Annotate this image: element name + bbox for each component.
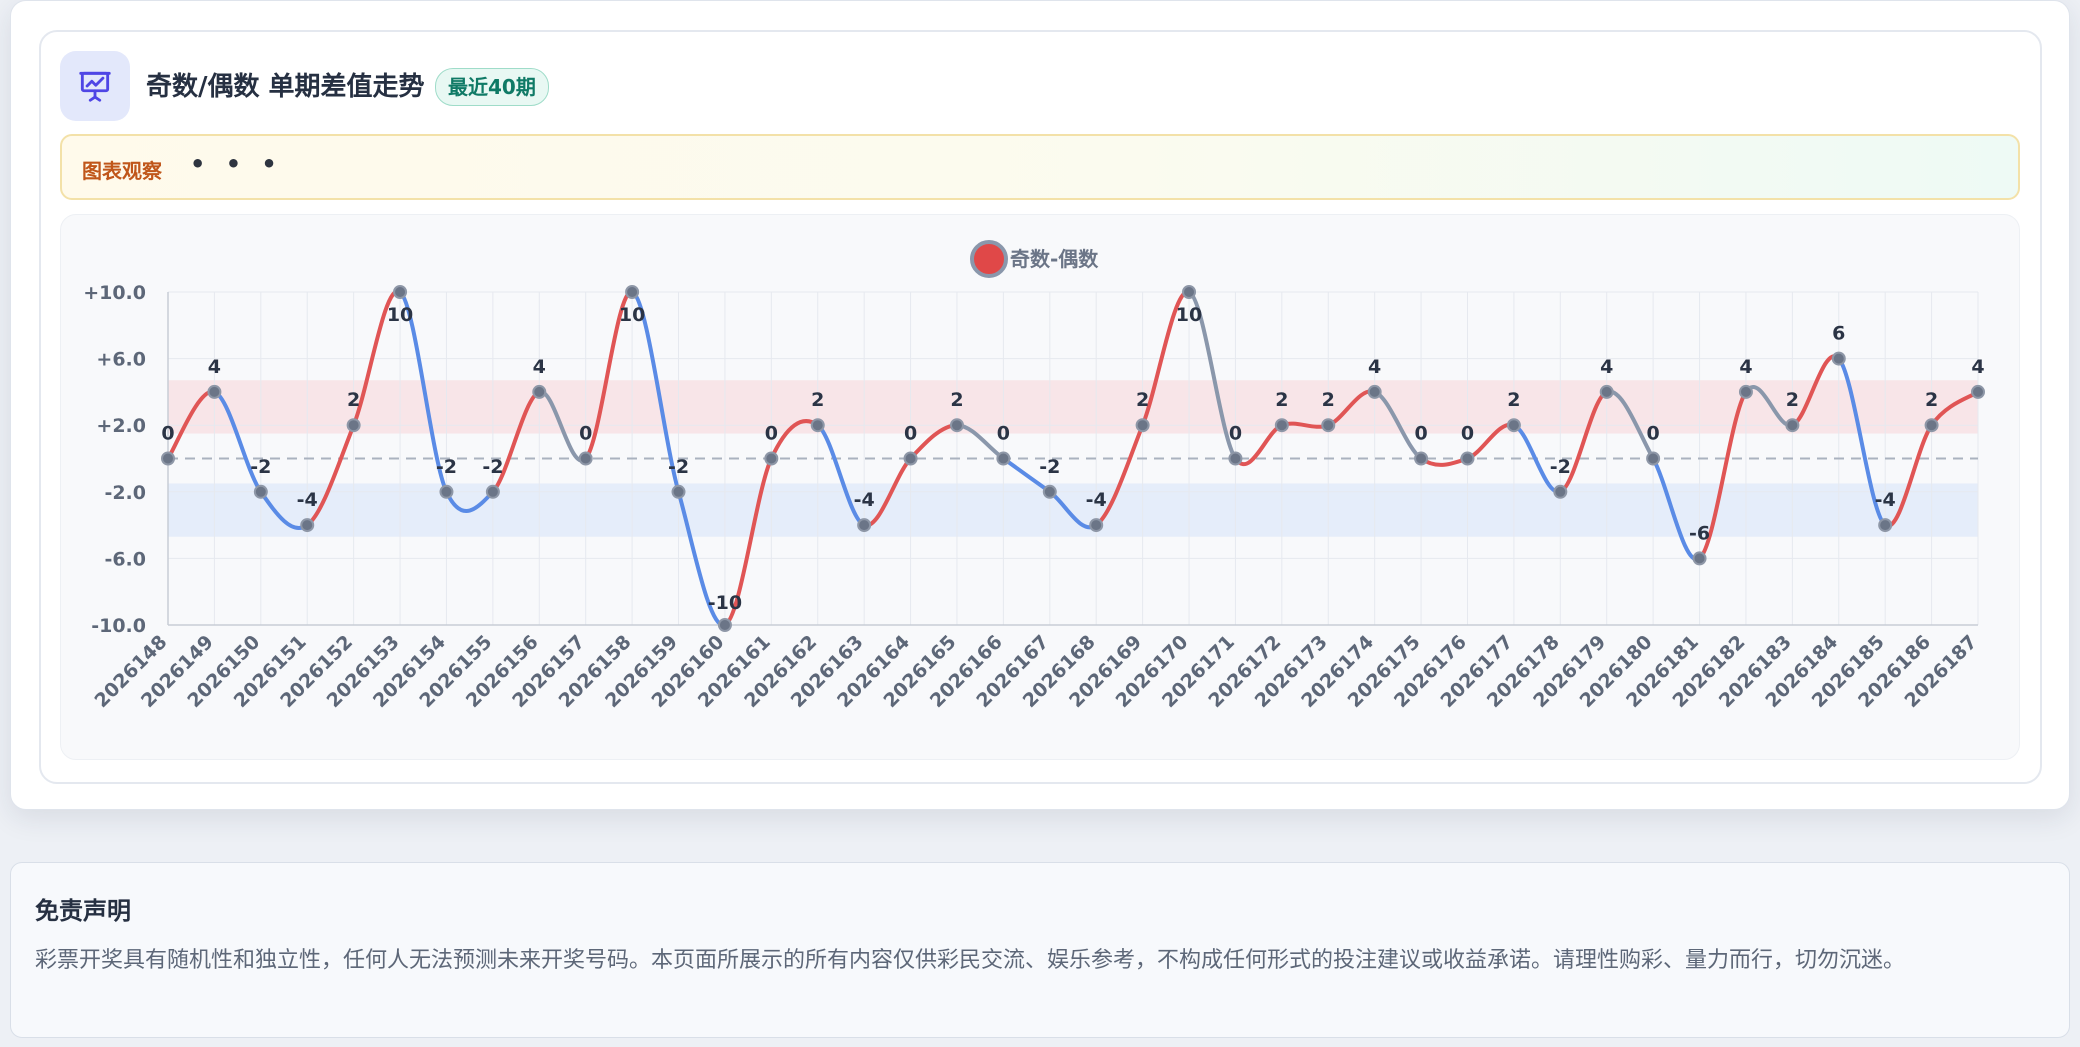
disclaimer-text: 彩票开奖具有随机性和独立性，任何人无法预测未来开奖号码。本页面所展示的所有内容仅…: [35, 948, 1906, 973]
data-label: 10: [619, 304, 645, 326]
data-label: 4: [1368, 356, 1381, 378]
disclaimer-title: 免责声明: [35, 897, 131, 925]
data-point[interactable]: [1506, 418, 1521, 433]
data-point[interactable]: [1785, 418, 1800, 433]
data-label: -6: [1689, 522, 1710, 544]
data-label: -2: [436, 456, 457, 478]
data-point[interactable]: [949, 418, 964, 433]
data-point[interactable]: [1182, 285, 1197, 299]
data-label: 2: [1786, 389, 1799, 411]
data-label: -2: [250, 456, 271, 478]
data-label: 2: [950, 389, 963, 411]
y-tick-label: +2.0: [96, 415, 146, 437]
y-tick-label: +10.0: [83, 282, 146, 304]
data-label: -2: [1039, 456, 1060, 478]
data-point[interactable]: [1971, 384, 1985, 399]
data-label: 10: [387, 304, 413, 326]
data-point[interactable]: [1924, 418, 1939, 433]
data-point[interactable]: [532, 384, 547, 399]
data-label: 0: [997, 423, 1010, 445]
data-label: 2: [1322, 389, 1335, 411]
disclaimer: 免责声明 彩票开奖具有随机性和独立性，任何人无法预测未来开奖号码。本页面所展示的…: [10, 862, 2070, 1038]
data-point[interactable]: [1367, 384, 1382, 399]
data-point[interactable]: [1321, 418, 1336, 433]
data-point[interactable]: [717, 618, 732, 632]
line-chart: 0 4 -2 -4 2 10 -2 -2 4 0 10 -2 -10 0 2 -4 0 2 0 -2 -4 2 10 0 2 2 4…: [83, 240, 1985, 712]
data-label: 4: [208, 356, 221, 378]
data-label: 6: [1832, 323, 1845, 345]
data-point[interactable]: [1599, 384, 1614, 399]
data-label: 0: [765, 423, 778, 445]
legend-marker[interactable]: [970, 240, 1008, 278]
data-point[interactable]: [393, 285, 408, 299]
data-label: 0: [1229, 423, 1242, 445]
data-point[interactable]: [1692, 551, 1707, 566]
y-tick-label: +6.0: [96, 349, 146, 371]
data-label: 4: [1739, 356, 1752, 378]
legend-label[interactable]: 奇数-偶数: [1010, 247, 1099, 271]
y-tick-label: -10.0: [91, 615, 146, 637]
data-point[interactable]: [1089, 518, 1104, 533]
data-point[interactable]: [857, 518, 872, 533]
data-label: 0: [1461, 423, 1474, 445]
data-point[interactable]: [1414, 451, 1429, 466]
data-label: 0: [904, 423, 917, 445]
data-label: -10: [708, 592, 742, 614]
data-point[interactable]: [578, 451, 593, 466]
data-point[interactable]: [764, 451, 779, 466]
data-label: 2: [1136, 389, 1149, 411]
data-label: -4: [1086, 489, 1107, 511]
data-label: -4: [297, 489, 318, 511]
data-point[interactable]: [671, 484, 686, 499]
data-point[interactable]: [439, 484, 454, 499]
data-point[interactable]: [1042, 484, 1057, 499]
data-label: 4: [1971, 356, 1984, 378]
data-label: -2: [482, 456, 503, 478]
data-label: 0: [1414, 423, 1427, 445]
data-point[interactable]: [1460, 451, 1475, 466]
data-point[interactable]: [300, 518, 315, 533]
data-point[interactable]: [485, 484, 500, 499]
data-point[interactable]: [1274, 418, 1289, 433]
data-point[interactable]: [1738, 384, 1753, 399]
data-label: 4: [1600, 356, 1613, 378]
data-point[interactable]: [253, 484, 268, 499]
data-label: 2: [1275, 389, 1288, 411]
data-label: -2: [1550, 456, 1571, 478]
data-point[interactable]: [1831, 351, 1846, 366]
data-label: -2: [668, 456, 689, 478]
data-point[interactable]: [1553, 484, 1568, 499]
data-label: 0: [161, 423, 174, 445]
data-point[interactable]: [346, 418, 361, 433]
y-tick-label: -2.0: [104, 482, 146, 504]
data-point[interactable]: [903, 451, 918, 466]
data-label: 2: [811, 389, 824, 411]
data-label: 2: [1925, 389, 1938, 411]
data-label: 0: [1647, 423, 1660, 445]
data-point[interactable]: [625, 285, 640, 299]
data-label: -4: [854, 489, 875, 511]
data-point[interactable]: [1228, 451, 1243, 466]
data-point[interactable]: [161, 451, 175, 466]
data-label: 2: [347, 389, 360, 411]
data-label: 4: [533, 356, 546, 378]
y-tick-label: -6.0: [104, 548, 146, 570]
data-point[interactable]: [1646, 451, 1661, 466]
data-label: 2: [1507, 389, 1520, 411]
data-point[interactable]: [1135, 418, 1150, 433]
data-point[interactable]: [207, 384, 222, 399]
data-label: 0: [579, 423, 592, 445]
data-point[interactable]: [1878, 518, 1893, 533]
data-label: -4: [1875, 489, 1896, 511]
data-point[interactable]: [996, 451, 1011, 466]
data-label: 10: [1176, 304, 1202, 326]
data-point[interactable]: [810, 418, 825, 433]
